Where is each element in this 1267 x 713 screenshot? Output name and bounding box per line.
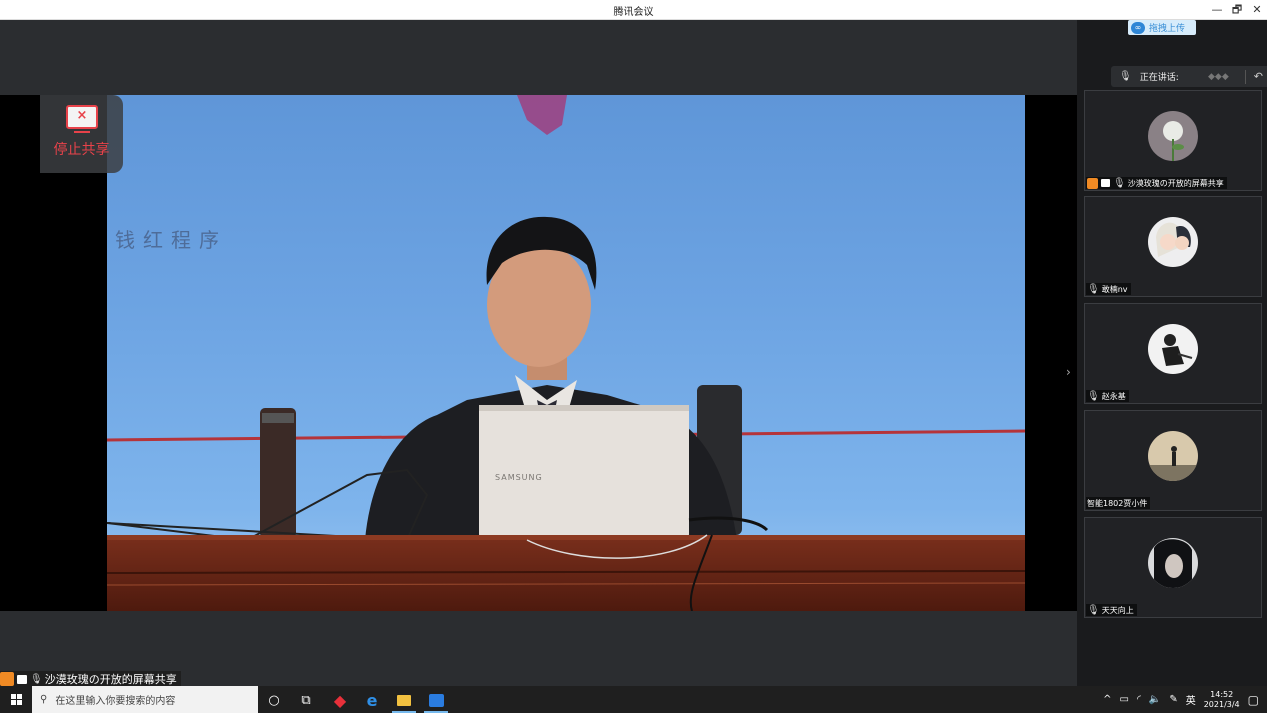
chevron-up-icon[interactable]: ^ bbox=[1103, 694, 1111, 705]
windows-logo-icon bbox=[10, 694, 22, 705]
participant-name: 敢楠nv bbox=[1101, 284, 1128, 294]
speaking-names-placeholder: ◆◆◆ bbox=[1208, 71, 1229, 82]
wifi-icon[interactable]: ◜ bbox=[1137, 694, 1141, 705]
search-placeholder: 在这里输入你要搜索的内容 bbox=[55, 696, 176, 707]
search-icon: ⚲ bbox=[40, 694, 48, 705]
minimize-button[interactable]: — bbox=[1207, 1, 1227, 18]
app-red-diamond-icon[interactable]: ◆ bbox=[326, 689, 354, 711]
participant-tile[interactable]: 🎙 沙漠玫瑰の开放的屏幕共享 bbox=[1084, 90, 1262, 191]
file-explorer-icon[interactable] bbox=[390, 689, 418, 713]
battery-icon[interactable]: ▭ bbox=[1120, 694, 1129, 705]
clock-time: 14:52 bbox=[1210, 689, 1234, 699]
task-view-icon[interactable]: ⧉ bbox=[292, 689, 320, 711]
banner-text: 钱红程序 bbox=[115, 228, 227, 252]
edge-browser-icon[interactable]: e bbox=[358, 689, 386, 711]
participant-tile[interactable]: 🎙 敢楠nv bbox=[1084, 196, 1262, 297]
mic-icon: 🎙 bbox=[30, 673, 43, 685]
mic-icon: 🎙 bbox=[1087, 604, 1100, 616]
participant-name-tag: 🎙 敢楠nv bbox=[1086, 283, 1131, 295]
pen-icon[interactable]: ✎ bbox=[1169, 694, 1177, 705]
stop-share-label: 停止共享 bbox=[53, 142, 110, 158]
cloud-icon: ∞ bbox=[1131, 21, 1145, 34]
window-titlebar: 腾讯会议 — 🗗 ✕ bbox=[0, 0, 1267, 20]
ime-indicator[interactable]: 英 bbox=[1186, 692, 1196, 707]
mic-icon: 🎙 bbox=[1087, 283, 1100, 295]
reply-arrow-icon[interactable]: ↶ bbox=[1254, 70, 1267, 83]
laptop-brand: SAMSUNG bbox=[495, 473, 543, 482]
screen-share-icon bbox=[17, 674, 27, 684]
windows-taskbar: ⚲ 在这里输入你要搜索的内容 ○ ⧉ ◆ e ^ ▭ ◜ 🔈 ✎ 英 14:52… bbox=[0, 686, 1267, 713]
upload-button[interactable]: ∞ 拖拽上传 bbox=[1128, 20, 1196, 35]
participant-name: 天天向上 bbox=[1101, 605, 1134, 615]
avatar bbox=[1148, 324, 1198, 374]
participant-tile[interactable]: 🎙 天天向上 bbox=[1084, 517, 1262, 618]
system-tray: ^ ▭ ◜ 🔈 ✎ 英 14:52 2021/3/4 ▢ bbox=[1103, 686, 1267, 713]
tencent-meeting-icon[interactable] bbox=[422, 689, 450, 713]
participant-name-tag: 智能1802贾小件 bbox=[1086, 497, 1151, 509]
participant-name-tag: 🎙 天天向上 bbox=[1086, 604, 1137, 616]
avatar bbox=[1148, 111, 1198, 161]
host-icon bbox=[1087, 177, 1098, 189]
avatar bbox=[1148, 217, 1198, 267]
speaker-scene-image: 钱红程序 SAMSUNG bbox=[107, 95, 1025, 611]
volume-icon[interactable]: 🔈 bbox=[1149, 694, 1161, 705]
upload-label: 拖拽上传 bbox=[1149, 24, 1186, 34]
participant-name: 赵永基 bbox=[1101, 391, 1126, 401]
mic-icon: 🎙 bbox=[1087, 390, 1100, 402]
participant-sidebar: ∞ 拖拽上传 🎙 正在讲话: ◆◆◆ ↶ 🎙 沙漠玫瑰の开放的屏幕共享 🎙 敢楠… bbox=[1077, 20, 1267, 686]
start-button[interactable] bbox=[0, 686, 32, 713]
participant-name: 沙漠玫瑰の开放的屏幕共享 bbox=[1127, 178, 1224, 188]
participant-tile[interactable]: 🎙 赵永基 bbox=[1084, 303, 1262, 404]
participant-name-tag: 🎙 沙漠玫瑰の开放的屏幕共享 bbox=[1086, 177, 1227, 189]
close-button[interactable]: ✕ bbox=[1247, 1, 1267, 18]
chevron-right-icon[interactable]: › bbox=[1066, 365, 1071, 379]
sharing-caption: 🎙 沙漠玫瑰の开放的屏幕共享 bbox=[0, 671, 181, 687]
meeting-stage: 钱红程序 SAMSUNG × 停止共享 › bbox=[0, 20, 1077, 686]
maximize-button[interactable]: 🗗 bbox=[1227, 1, 1247, 18]
speaking-label: 正在讲话: bbox=[1139, 73, 1179, 83]
screen-share-icon bbox=[1101, 179, 1110, 187]
participant-name: 智能1802贾小件 bbox=[1087, 498, 1148, 508]
participant-tile[interactable]: 智能1802贾小件 bbox=[1084, 410, 1262, 511]
host-icon bbox=[0, 672, 14, 686]
speaking-indicator: 🎙 正在讲话: ◆◆◆ ↶ bbox=[1111, 66, 1267, 87]
avatar bbox=[1148, 431, 1198, 481]
clock-date: 2021/3/4 bbox=[1203, 699, 1240, 709]
mic-icon: 🎙 bbox=[1113, 177, 1126, 189]
stop-share-button[interactable]: × 停止共享 bbox=[40, 95, 123, 173]
shared-video: 钱红程序 SAMSUNG bbox=[107, 95, 1025, 611]
notification-icon[interactable]: ▢ bbox=[1248, 693, 1259, 707]
participant-name-tag: 🎙 赵永基 bbox=[1086, 390, 1129, 402]
avatar bbox=[1148, 538, 1198, 588]
screen-stop-icon: × bbox=[66, 105, 98, 133]
window-title: 腾讯会议 bbox=[613, 7, 654, 18]
cortana-icon[interactable]: ○ bbox=[260, 689, 288, 711]
mic-icon: 🎙 bbox=[1119, 71, 1132, 82]
sharing-caption-text: 沙漠玫瑰の开放的屏幕共享 bbox=[44, 673, 177, 686]
shared-screen-area: 钱红程序 SAMSUNG bbox=[0, 95, 1077, 611]
stop-x-icon: × bbox=[76, 108, 88, 123]
taskbar-search[interactable]: ⚲ 在这里输入你要搜索的内容 bbox=[32, 686, 258, 713]
clock[interactable]: 14:52 2021/3/4 bbox=[1204, 690, 1240, 710]
